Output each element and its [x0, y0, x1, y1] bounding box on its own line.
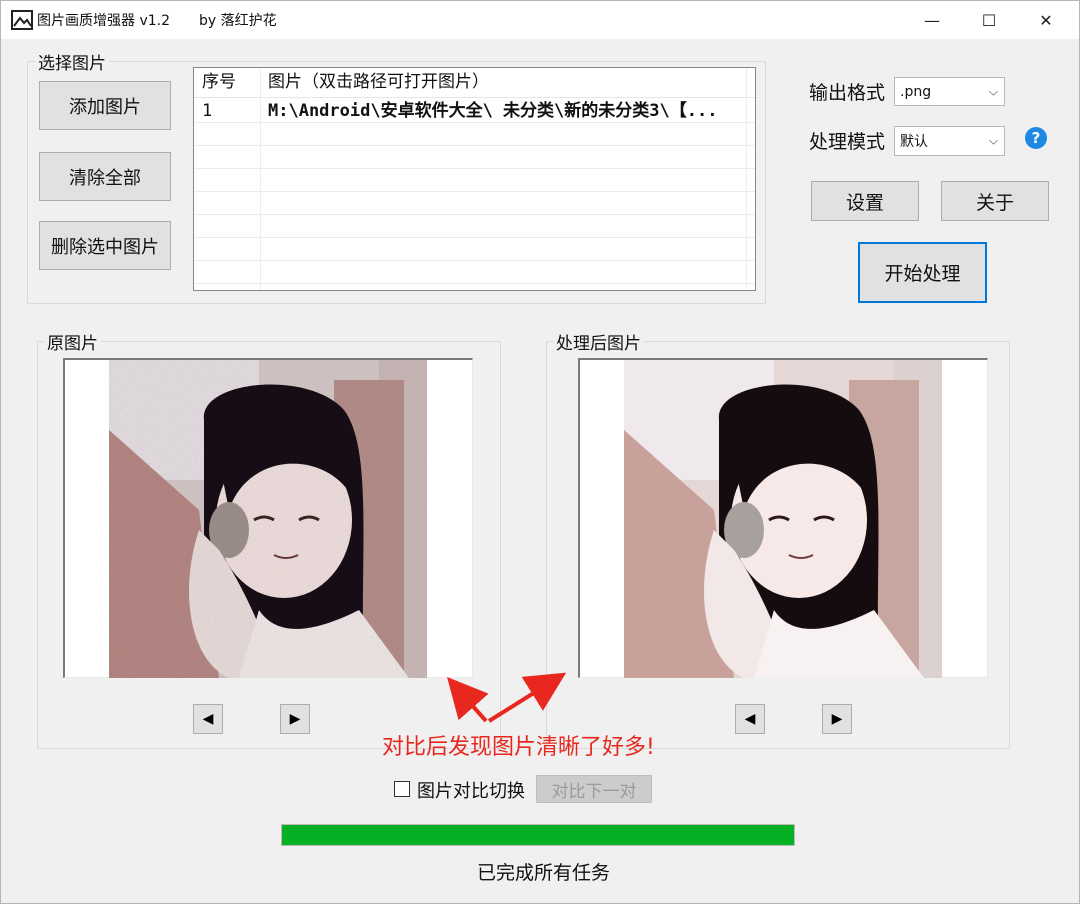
row-divider	[194, 283, 755, 284]
original-image-group-label: 原图片	[44, 329, 101, 354]
compare-toggle-label[interactable]: 图片对比切换	[417, 777, 525, 803]
processed-image-frame	[578, 358, 988, 678]
chevron-right-icon: ▶	[289, 711, 301, 727]
window-author: by 落红护花	[199, 13, 277, 29]
original-image-frame	[63, 358, 473, 678]
minimize-icon: —	[924, 10, 940, 30]
progress-bar	[281, 824, 795, 846]
start-processing-button[interactable]: 开始处理	[858, 242, 987, 303]
chevron-left-icon: ◀	[744, 711, 756, 727]
processed-image-group-label: 处理后图片	[553, 329, 644, 354]
progress-fill	[282, 825, 794, 845]
chevron-down-icon: ⌵	[988, 84, 998, 98]
output-format-label: 输出格式	[809, 82, 886, 104]
mode-select[interactable]: 默认 ⌵	[894, 126, 1005, 156]
delete-selected-button[interactable]: 删除选中图片	[39, 221, 171, 270]
chevron-right-icon: ▶	[831, 711, 843, 727]
maximize-button[interactable]: ☐	[961, 1, 1017, 39]
close-icon: ✕	[1039, 10, 1053, 30]
row-divider	[194, 191, 755, 192]
processed-next-button[interactable]: ▶	[822, 704, 852, 734]
image-icon	[11, 10, 33, 30]
original-next-button[interactable]: ▶	[280, 704, 310, 734]
about-button[interactable]: 关于	[941, 181, 1049, 221]
table-row[interactable]: 1 M:\Android\安卓软件大全\ 未分类\新的未分类3\【...	[194, 100, 755, 122]
mode-value: 默认	[900, 134, 928, 150]
compare-toggle-checkbox[interactable]	[394, 781, 410, 797]
compare-next-pair-button[interactable]: 对比下一对	[536, 775, 652, 803]
output-format-value: .png	[900, 83, 932, 100]
title-bar: 图片画质增强器 v1.2 by 落红护花 — ☐ ✕	[1, 1, 1079, 39]
annotation-arrows	[447, 672, 567, 723]
clear-all-button[interactable]: 清除全部	[39, 152, 171, 201]
settings-button[interactable]: 设置	[811, 181, 919, 221]
annotation-text: 对比后发现图片清晰了好多!	[382, 735, 655, 760]
column-header-index[interactable]: 序号	[194, 68, 260, 97]
row-divider	[194, 260, 755, 261]
add-image-button[interactable]: 添加图片	[39, 81, 171, 130]
row-path: M:\Android\安卓软件大全\ 未分类\新的未分类3\【...	[268, 101, 718, 121]
column-header-path[interactable]: 图片（双击路径可打开图片）	[260, 68, 740, 97]
row-divider	[194, 237, 755, 238]
image-list[interactable]: 序号 图片（双击路径可打开图片） 1 M:\Android\安卓软件大全\ 未分…	[193, 67, 756, 291]
table-header: 序号 图片（双击路径可打开图片）	[194, 68, 755, 98]
row-divider	[194, 122, 755, 123]
row-divider	[194, 145, 755, 146]
chevron-down-icon: ⌵	[988, 133, 998, 148]
help-icon[interactable]: ?	[1025, 127, 1047, 149]
select-images-group-label: 选择图片	[35, 49, 109, 74]
status-text: 已完成所有任务	[477, 862, 611, 884]
minimize-button[interactable]: —	[904, 1, 960, 39]
window-title: 图片画质增强器 v1.2	[37, 13, 170, 29]
app-window: 图片画质增强器 v1.2 by 落红护花 — ☐ ✕ 选择图片 添加图片 清除全…	[0, 0, 1080, 904]
original-image	[109, 360, 427, 678]
output-format-select[interactable]: .png ⌵	[894, 77, 1005, 106]
maximize-icon: ☐	[981, 10, 997, 30]
processed-prev-button[interactable]: ◀	[735, 704, 765, 734]
row-divider	[194, 214, 755, 215]
help-glyph: ?	[1031, 129, 1041, 147]
chevron-left-icon: ◀	[202, 711, 214, 727]
close-button[interactable]: ✕	[1018, 1, 1074, 39]
processed-image	[624, 360, 942, 678]
row-index: 1	[202, 101, 213, 121]
mode-label: 处理模式	[809, 131, 886, 153]
original-prev-button[interactable]: ◀	[193, 704, 223, 734]
row-divider	[194, 168, 755, 169]
